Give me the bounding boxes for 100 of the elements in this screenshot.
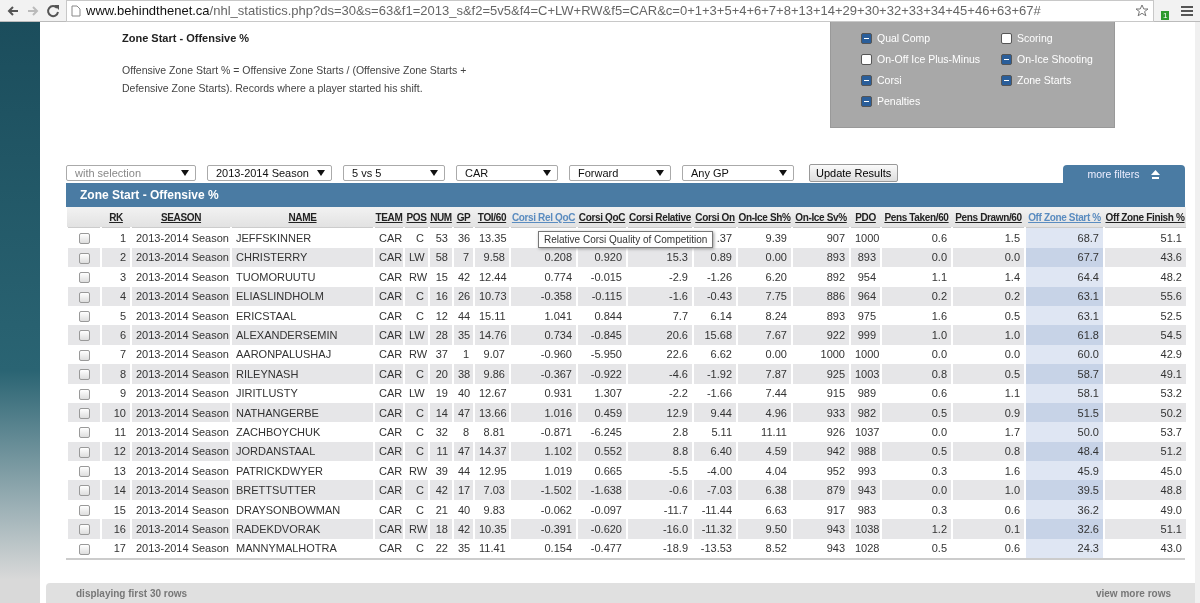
table-cell: -2.9 xyxy=(627,267,693,287)
table-cell: 0.0 xyxy=(881,480,952,500)
table-cell: 1.0 xyxy=(952,325,1025,345)
table-cell: 926 xyxy=(792,422,850,442)
checkbox[interactable] xyxy=(861,32,872,44)
row-checkbox[interactable] xyxy=(78,427,90,439)
back-icon[interactable] xyxy=(6,3,20,18)
dropdown[interactable]: Any GP xyxy=(682,165,794,182)
row-checkbox[interactable] xyxy=(78,388,90,400)
reload-icon[interactable] xyxy=(46,3,60,18)
table-cell: 16 xyxy=(101,519,131,539)
row-checkbox[interactable] xyxy=(78,466,90,478)
table-cell: -0.845 xyxy=(577,325,627,345)
table-cell: RADEKDVORAK xyxy=(231,519,374,539)
table-cell: 49.1 xyxy=(1104,364,1186,384)
dropdown[interactable]: CAR xyxy=(456,165,558,182)
row-checkbox[interactable] xyxy=(78,407,90,419)
checkbox[interactable] xyxy=(861,53,872,65)
table-cell: -11.44 xyxy=(693,499,737,520)
view-more-link[interactable]: view more rows xyxy=(1095,587,1171,599)
checkbox[interactable] xyxy=(1001,53,1012,65)
row-checkbox[interactable] xyxy=(78,272,90,284)
table-cell: RILEYNASH xyxy=(231,364,374,384)
table-cell: 6.14 xyxy=(693,305,737,326)
table-cell: CAR xyxy=(374,480,404,500)
table-cell: 13.35 xyxy=(474,227,510,248)
table-title-bar: Zone Start - Offensive % xyxy=(66,183,1185,208)
more-filters-tab[interactable]: more filters xyxy=(1063,165,1185,184)
checkbox[interactable] xyxy=(1001,74,1012,86)
checkbox[interactable] xyxy=(861,95,872,107)
table-cell: 2013-2014 Season xyxy=(131,383,231,403)
row-checkbox[interactable] xyxy=(78,369,90,381)
extension-icon[interactable]: 1 xyxy=(1160,1,1174,20)
table-cell: 11 xyxy=(101,422,131,442)
table-cell: CAR xyxy=(374,422,404,442)
dropdown[interactable]: with selection xyxy=(66,165,196,182)
row-checkbox[interactable] xyxy=(78,543,90,555)
table-cell: 14.37 xyxy=(474,441,510,462)
update-button[interactable]: Update Results xyxy=(809,164,899,183)
caret-icon xyxy=(543,170,551,177)
table-cell: 12.44 xyxy=(474,267,510,287)
table-cell: 4 xyxy=(101,286,131,306)
row-count-text: displaying first 30 rows xyxy=(76,587,188,599)
star-icon[interactable] xyxy=(1135,3,1149,18)
table-cell: -0.015 xyxy=(577,267,627,287)
table-cell: -0.922 xyxy=(577,364,627,384)
table-cell: 15.11 xyxy=(474,305,510,326)
table-cell: -1.6 xyxy=(627,286,693,306)
checkbox[interactable] xyxy=(1001,32,1012,44)
table-cell: 53.7 xyxy=(1104,422,1186,442)
row-checkbox[interactable] xyxy=(78,233,90,245)
table-cell: 8 xyxy=(101,364,131,384)
row-checkbox[interactable] xyxy=(78,504,90,516)
table-cell: CAR xyxy=(374,267,404,287)
table-cell: -6.245 xyxy=(577,422,627,442)
dropdown[interactable]: 2013-2014 Season xyxy=(207,165,332,182)
table-cell: 12 xyxy=(429,305,453,326)
table-cell: 952 xyxy=(792,461,850,481)
forward-icon[interactable] xyxy=(26,3,40,18)
table-cell: 6.62 xyxy=(693,344,737,365)
row-checkbox[interactable] xyxy=(78,349,90,361)
table-cell: 2013-2014 Season xyxy=(131,247,231,268)
table-cell: 2.8 xyxy=(627,422,693,442)
table-cell: 1.0 xyxy=(881,325,952,345)
row-checkbox[interactable] xyxy=(78,252,90,264)
table-cell: 16 xyxy=(429,286,453,306)
table-cell: 1.0 xyxy=(952,480,1025,500)
table-cell: 19 xyxy=(429,383,453,403)
row-checkbox[interactable] xyxy=(78,485,90,497)
table-cell: 5 xyxy=(101,305,131,326)
table-cell: 53.2 xyxy=(1104,383,1186,403)
row-checkbox[interactable] xyxy=(78,446,90,458)
dropdown[interactable]: Forward xyxy=(569,165,671,182)
table-cell: 32 xyxy=(429,422,453,442)
table-cell: 954 xyxy=(850,267,881,287)
table-cell: 52.5 xyxy=(1104,305,1186,326)
address-bar[interactable]: www.behindthenet.ca/nhl_statistics.php?ds=30&s=63&f1=2013_s&f2=5v5&f4=C+LW+RW&f5=CAR&c=0+1+3+5+4+6+7+8+13+14+29+30+32+33+34+45+46+63+67# xyxy=(66,0,1154,22)
table-cell: -1.502 xyxy=(510,480,577,500)
table-cell: 11.11 xyxy=(737,422,792,442)
column-header[interactable]: NAME xyxy=(288,211,317,223)
checkbox[interactable] xyxy=(861,74,872,86)
table-cell: 9.58 xyxy=(474,247,510,268)
row-checkbox[interactable] xyxy=(78,330,90,342)
menu-icon[interactable] xyxy=(1180,3,1194,18)
row-checkbox[interactable] xyxy=(78,310,90,322)
caret-icon xyxy=(656,170,664,177)
dropdown[interactable]: 5 vs 5 xyxy=(343,165,445,182)
row-checkbox[interactable] xyxy=(78,291,90,303)
table-cell: 7.7 xyxy=(627,305,693,326)
table-cell: 58.7 xyxy=(1025,364,1104,384)
table-cell: -4.00 xyxy=(693,461,737,481)
table-cell: CAR xyxy=(374,227,404,248)
table-cell: -5.5 xyxy=(627,461,693,481)
row-checkbox[interactable] xyxy=(78,524,90,536)
table-cell: 51.1 xyxy=(1104,227,1186,248)
table-cell: -11.32 xyxy=(693,519,737,539)
table-cell: 58 xyxy=(429,247,453,268)
table-cell: 10 xyxy=(101,402,131,423)
table-cell: 12 xyxy=(101,441,131,462)
caret-icon xyxy=(779,170,787,177)
